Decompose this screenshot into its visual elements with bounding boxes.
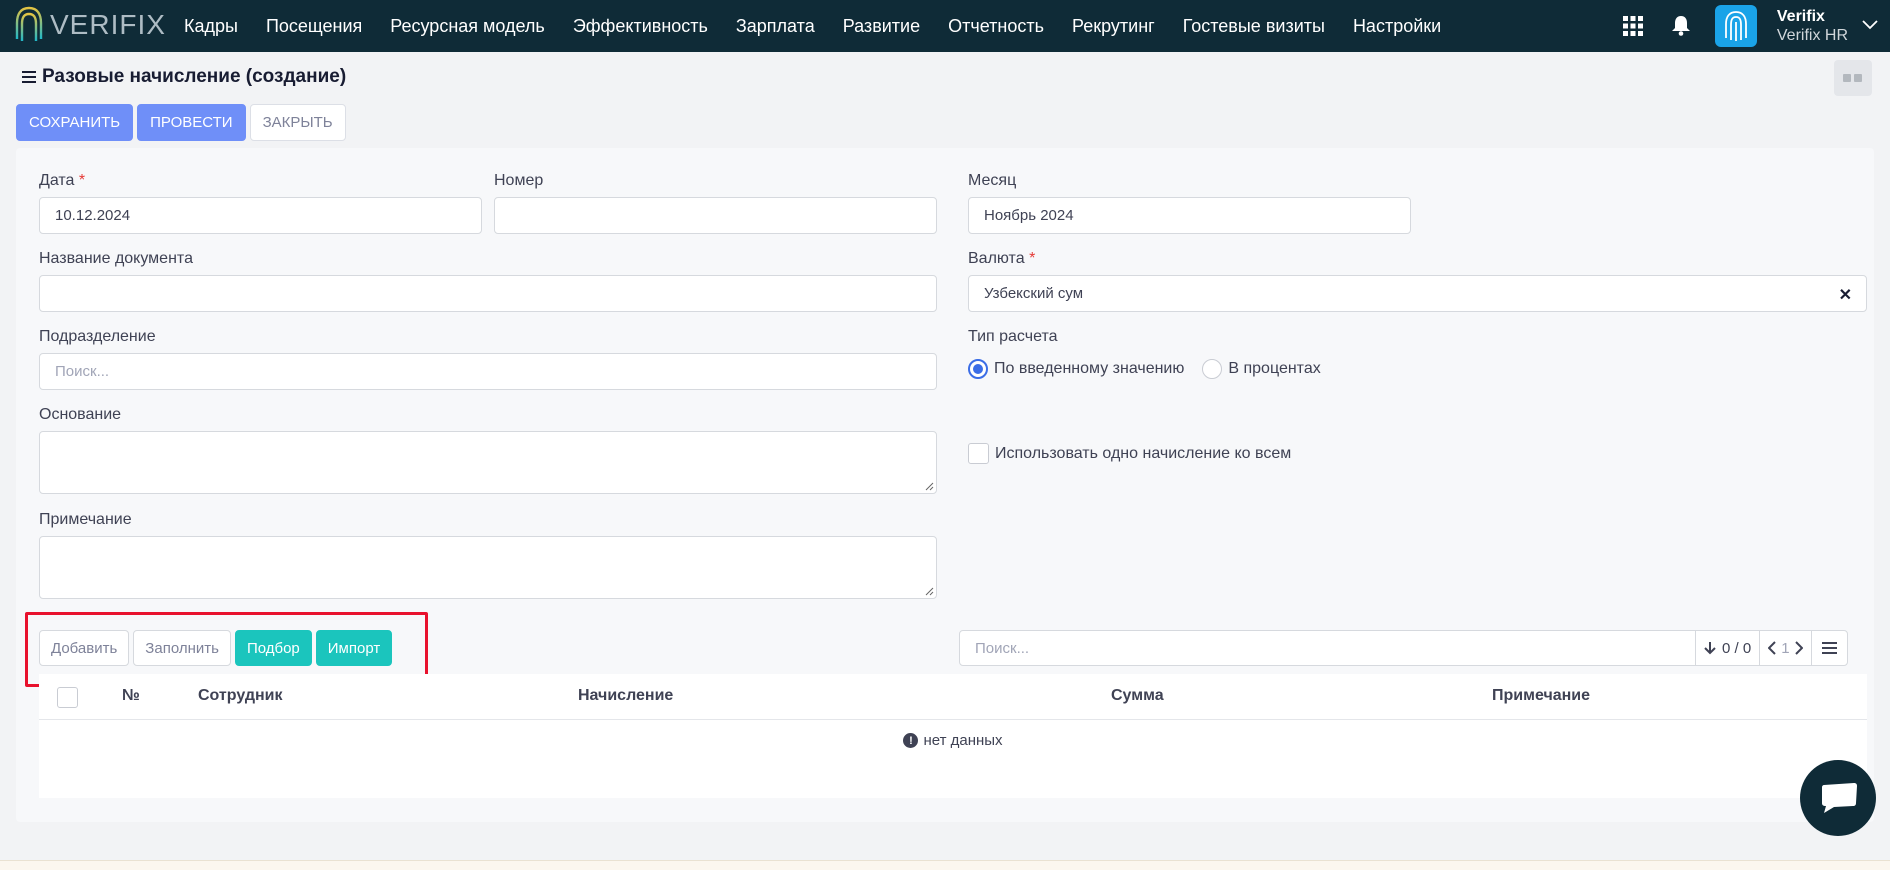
page-title: Разовые начисление (создание) [22, 66, 346, 88]
radio-percent[interactable] [1202, 359, 1223, 379]
column-header-employee[interactable]: Сотрудник [198, 687, 283, 705]
grid-settings[interactable] [1812, 631, 1847, 665]
division-label: Подразделение [39, 328, 156, 345]
one-accrual-checkbox[interactable] [968, 443, 989, 464]
grid-toolbar: Добавить Заполнить Подбор Импорт [39, 630, 396, 666]
radio-percent-label[interactable]: В процентах [1228, 360, 1320, 378]
chat-widget-button[interactable] [1800, 760, 1876, 836]
arrow-down-icon [1704, 642, 1716, 655]
currency-label: Валюта * [968, 250, 1036, 267]
date-field[interactable]: 10.12.2024 [39, 197, 482, 234]
verifix-logo[interactable]: VERIFIX [14, 5, 166, 45]
nav-item-guest-visits[interactable]: Гостевые визиты [1183, 16, 1325, 37]
pager-count-text: 0 / 0 [1722, 639, 1752, 657]
fingerprint-avatar-icon [1724, 11, 1747, 41]
nav-item-settings[interactable]: Настройки [1353, 16, 1441, 37]
nav-item-salary[interactable]: Зарплата [736, 16, 815, 37]
info-icon: ! [903, 733, 919, 748]
main-nav: Кадры Посещения Ресурсная модель Эффекти… [170, 0, 1455, 52]
column-header-note[interactable]: Примечание [1492, 687, 1590, 705]
page-title-text: Разовые начисление (создание) [42, 66, 347, 87]
empty-state-text: нет данных [923, 732, 1003, 749]
one-accrual-option: Использовать одно начисление ко всем [968, 443, 1291, 464]
radio-by-value[interactable] [968, 359, 988, 379]
bottom-strip [0, 860, 1890, 870]
bell-icon[interactable] [1661, 6, 1701, 46]
radio-by-value-label[interactable]: По введенному значению [994, 360, 1184, 378]
layout-toggle-icon[interactable] [1834, 60, 1872, 96]
nav-item-resource-model[interactable]: Ресурсная модель [390, 16, 545, 37]
hamburger-menu-icon[interactable] [22, 71, 36, 83]
empty-state: ! нет данных [39, 732, 1867, 749]
column-header-accrual[interactable]: Начисление [578, 687, 673, 705]
resize-handle-icon[interactable] [924, 586, 934, 596]
doc-name-field[interactable] [39, 275, 937, 312]
clear-icon[interactable]: ✕ [1839, 285, 1852, 305]
select-all-checkbox[interactable] [57, 687, 78, 708]
chevron-right-icon[interactable] [1794, 641, 1803, 655]
number-field[interactable] [494, 197, 937, 234]
month-label: Месяц [968, 172, 1017, 189]
calc-type-radio-group: По введенному значению В процентах [968, 359, 1321, 379]
table-header: № Сотрудник Начисление Сумма Примечание [39, 674, 1867, 720]
post-button[interactable]: Провести [137, 104, 246, 141]
month-field[interactable]: Ноябрь 2024 [968, 197, 1411, 234]
chevron-down-icon[interactable] [1862, 17, 1878, 35]
basis-textarea[interactable] [39, 431, 937, 494]
pager-page: 1 [1781, 639, 1790, 657]
user-name: Verifix [1776, 8, 1825, 25]
nav-item-kadry[interactable]: Кадры [184, 16, 238, 37]
list-menu-icon [1821, 642, 1837, 654]
nav-item-reports[interactable]: Отчетность [948, 16, 1044, 37]
pick-button[interactable]: Подбор [234, 630, 312, 666]
division-search-input[interactable]: Поиск... [39, 353, 937, 390]
user-org: Verifix HR [1776, 27, 1848, 44]
fingerprint-logo-icon [15, 6, 43, 43]
document-actions: Сохранить Провести Закрыть [16, 104, 350, 141]
nav-item-development[interactable]: Развитие [843, 16, 920, 37]
nav-item-recruiting[interactable]: Рекрутинг [1072, 16, 1155, 37]
close-button[interactable]: Закрыть [249, 104, 346, 141]
calc-type-label: Тип расчета [968, 328, 1058, 345]
nav-item-efficiency[interactable]: Эффективность [573, 16, 708, 37]
currency-select[interactable]: Узбекский сум ✕ [968, 275, 1867, 312]
grid-search-input[interactable]: Поиск... [959, 630, 1696, 666]
resize-handle-icon[interactable] [924, 481, 934, 491]
avatar[interactable] [1714, 5, 1757, 47]
pager-nav: 1 [1760, 631, 1812, 665]
column-header-sum[interactable]: Сумма [1111, 687, 1164, 705]
save-button[interactable]: Сохранить [16, 104, 134, 141]
chat-icon [1822, 783, 1857, 813]
pager-count[interactable]: 0 / 0 [1696, 631, 1761, 665]
top-navbar: VERIFIX Кадры Посещения Ресурсная модель… [0, 0, 1890, 52]
apps-grid-icon[interactable] [1613, 6, 1653, 46]
nav-item-attendance[interactable]: Посещения [266, 16, 362, 37]
user-info[interactable]: Verifix Verifix HR [1777, 7, 1848, 45]
one-accrual-label[interactable]: Использовать одно начисление ко всем [995, 445, 1291, 463]
grid-pager: 0 / 0 1 [1695, 630, 1848, 666]
note-label: Примечание [39, 511, 132, 528]
add-button[interactable]: Добавить [39, 630, 130, 666]
top-right-area: Verifix Verifix HR [1613, 0, 1890, 52]
basis-label: Основание [39, 406, 122, 423]
fill-button[interactable]: Заполнить [133, 630, 231, 666]
logo-text: VERIFIX [50, 9, 166, 40]
doc-name-label: Название документа [39, 250, 193, 267]
accruals-table: № Сотрудник Начисление Сумма Примечание … [39, 674, 1867, 798]
number-label: Номер [494, 172, 544, 189]
note-textarea[interactable] [39, 536, 937, 599]
date-label: Дата * [39, 172, 86, 189]
import-button[interactable]: Импорт [315, 630, 393, 666]
column-header-number[interactable]: № [122, 687, 140, 705]
chevron-left-icon[interactable] [1768, 641, 1776, 655]
currency-value: Узбекский сум [984, 285, 1084, 302]
